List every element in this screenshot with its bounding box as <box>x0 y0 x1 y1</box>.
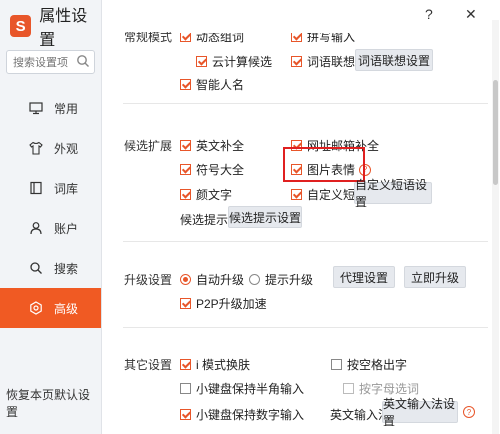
divider <box>123 241 488 242</box>
app-title: 属性设置 <box>39 8 88 49</box>
radio-label: 自动升级 <box>196 273 245 287</box>
search-input[interactable] <box>11 52 81 74</box>
checkbox-label: 颜文字 <box>196 188 233 202</box>
checkbox-label: 智能人名 <box>196 78 245 92</box>
upgrade-now-button[interactable]: 立即升级 <box>404 266 466 288</box>
search-box[interactable] <box>6 50 95 74</box>
sidebar-item-label: 搜索 <box>54 261 79 276</box>
checkbox-label: 符号大全 <box>196 163 245 177</box>
sidebar-nav: 常用 外观 词库 账户 搜索 高级 <box>0 88 101 328</box>
search-icon <box>28 260 44 276</box>
checkbox-label: P2P升级加速 <box>196 297 267 311</box>
section-label-common: 常规模式 <box>124 30 173 44</box>
divider <box>123 103 488 104</box>
shirt-icon <box>28 140 44 156</box>
divider <box>123 327 488 328</box>
section-label-candidate: 候选扩展 <box>124 139 173 153</box>
app-header: S 属性设置 <box>10 8 101 49</box>
word-assoc-settings-button[interactable]: 词语联想设置 <box>355 49 433 71</box>
close-button[interactable]: ✕ <box>465 6 477 23</box>
radio-label: 提示升级 <box>265 273 314 287</box>
candidate-tip-settings-button[interactable]: 候选提示设置 <box>228 206 302 228</box>
app-logo: S <box>10 15 32 37</box>
user-icon <box>28 220 44 236</box>
section-label-other: 其它设置 <box>124 358 173 372</box>
symbols-checkbox[interactable]: 符号大全 <box>180 161 244 178</box>
i-mode-skin-checkbox[interactable]: i 模式换肤 <box>180 356 250 373</box>
checkbox-label: 拼写输入 <box>307 30 356 44</box>
book-icon <box>28 180 44 196</box>
auto-upgrade-radio[interactable]: 自动升级 <box>180 271 244 288</box>
search-icon[interactable] <box>76 54 90 71</box>
sidebar-item-label: 外观 <box>54 141 79 156</box>
checkbox-label: 云计算候选 <box>212 55 273 69</box>
sidebar-item-label: 账户 <box>54 221 79 236</box>
help-button[interactable]: ? <box>425 6 433 22</box>
sidebar-item-label: 常用 <box>54 101 79 116</box>
sidebar: S 属性设置 常用 外观 词库 账户 搜索 高级 <box>0 0 102 434</box>
cloud-candidate-checkbox[interactable]: 云计算候选 <box>196 53 272 70</box>
monitor-icon <box>28 100 44 116</box>
checkbox-label: 小键盘保持半角输入 <box>196 382 305 396</box>
dynamic-words-checkbox[interactable]: 动态组词 <box>180 30 245 45</box>
smart-name-checkbox[interactable]: 智能人名 <box>180 76 244 93</box>
proxy-settings-button[interactable]: 代理设置 <box>333 266 395 288</box>
highlight-box <box>283 147 365 182</box>
checkbox-label: 英文补全 <box>196 139 245 153</box>
spell-input-checkbox[interactable]: 拼写输入 <box>291 30 356 45</box>
checkbox-label: i 模式换肤 <box>196 358 251 372</box>
scrollbar[interactable] <box>492 20 499 434</box>
english-input-settings-button[interactable]: 英文输入法设置 <box>382 397 458 428</box>
section-label-upgrade: 升级设置 <box>124 273 173 287</box>
help-icon[interactable]: ? <box>463 406 475 418</box>
p2p-accelerate-checkbox[interactable]: P2P升级加速 <box>180 295 267 312</box>
restore-defaults-link[interactable]: 恢复本页默认设置 <box>6 386 101 420</box>
space-output-checkbox[interactable]: 按空格出字 <box>331 356 407 373</box>
checkbox-label: 动态组词 <box>196 30 245 44</box>
checkbox-label: 按空格出字 <box>347 358 408 372</box>
prompt-upgrade-radio[interactable]: 提示升级 <box>249 271 313 288</box>
mini-keyboard-number-checkbox[interactable]: 小键盘保持数字输入 <box>180 406 304 423</box>
sidebar-item-account[interactable]: 账户 <box>0 208 101 248</box>
english-complete-checkbox[interactable]: 英文补全 <box>180 137 244 154</box>
sidebar-item-appearance[interactable]: 外观 <box>0 128 101 168</box>
custom-phrase-settings-button[interactable]: 自定义短语设置 <box>354 178 432 209</box>
scrollbar-thumb[interactable] <box>493 80 498 185</box>
sidebar-item-dictionary[interactable]: 词库 <box>0 168 101 208</box>
gear-icon <box>28 300 44 316</box>
checkbox-label: 小键盘保持数字输入 <box>196 408 305 422</box>
english-input-method-label: 英文输入法 <box>330 408 391 422</box>
sidebar-item-advanced[interactable]: 高级 <box>0 288 101 328</box>
mini-keyboard-halfwidth-checkbox[interactable]: 小键盘保持半角输入 <box>180 380 304 397</box>
sidebar-item-search[interactable]: 搜索 <box>0 248 101 288</box>
checkbox-label: 词语联想 <box>307 55 356 69</box>
sidebar-item-common[interactable]: 常用 <box>0 88 101 128</box>
word-assoc-checkbox[interactable]: 词语联想 <box>291 53 355 70</box>
candidate-tip-label: 候选提示 <box>180 213 229 227</box>
kaomoji-checkbox[interactable]: 颜文字 <box>180 186 232 203</box>
sidebar-item-label: 词库 <box>54 181 79 196</box>
sidebar-item-label: 高级 <box>54 301 79 316</box>
